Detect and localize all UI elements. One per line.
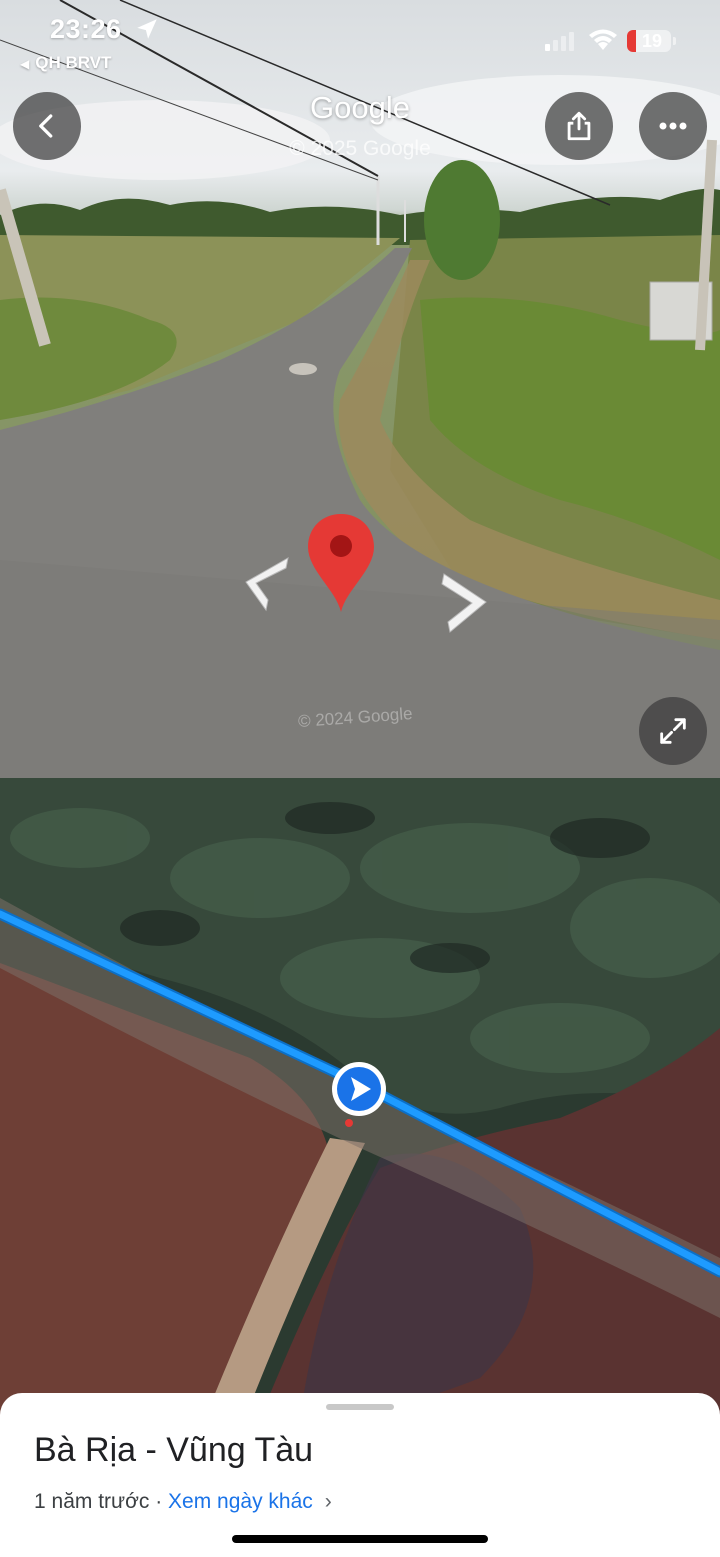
capture-date-row: 1 năm trước · Xem ngày khác ›	[34, 1490, 332, 1514]
capture-time-ago: 1 năm trước	[34, 1490, 150, 1513]
cellular-signal-icon	[545, 32, 574, 51]
battery-indicator: 19	[627, 30, 676, 52]
more-horizontal-icon	[659, 122, 687, 130]
wifi-icon	[589, 29, 617, 50]
battery-level: 19	[641, 31, 663, 51]
copyright-text: © 2025 Google	[289, 137, 431, 160]
back-app-label: QH BRVT	[35, 53, 112, 72]
location-services-icon	[137, 19, 157, 39]
navigate-left-arrow[interactable]	[238, 556, 294, 614]
more-options-button[interactable]	[639, 92, 707, 160]
share-icon	[567, 111, 591, 141]
satellite-map[interactable]	[0, 778, 720, 1418]
status-time: 23:26	[50, 14, 122, 44]
back-triangle-icon: ◀	[20, 57, 30, 71]
location-pin-icon	[308, 514, 374, 612]
street-view-panorama[interactable]: 23:26 ◀QH BRVT 19 Google © 2025 Google	[0, 0, 720, 778]
expand-icon	[660, 718, 686, 744]
sheet-grabber[interactable]	[326, 1404, 394, 1410]
expand-button[interactable]	[639, 697, 707, 765]
back-to-app-link[interactable]: ◀ QH BRVT	[20, 53, 111, 73]
share-button[interactable]	[545, 92, 613, 160]
navigate-right-arrow[interactable]	[438, 572, 490, 634]
place-info-sheet[interactable]: Bà Rịa - Vũng Tàu 1 năm trước · Xem ngày…	[0, 1393, 720, 1557]
meta-separator: ·	[149, 1490, 169, 1513]
place-title: Bà Rịa - Vũng Tàu	[34, 1431, 314, 1469]
navigation-arrow-icon	[332, 1062, 386, 1116]
see-other-dates-link[interactable]: Xem ngày khác	[168, 1490, 313, 1513]
home-indicator[interactable]	[232, 1535, 488, 1543]
chevron-right-icon[interactable]: ›	[325, 1490, 332, 1514]
